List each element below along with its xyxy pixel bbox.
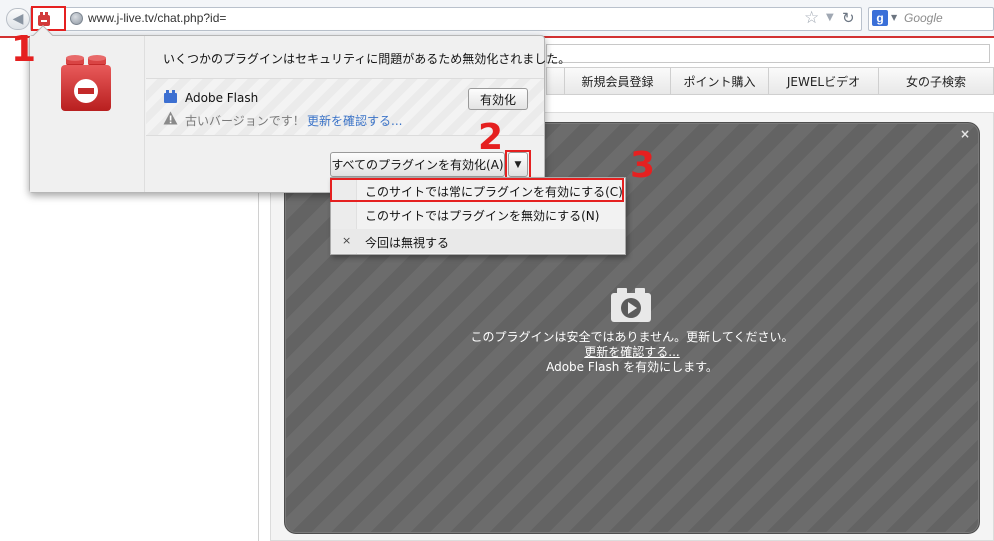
annotation-box-2: [505, 150, 531, 179]
enable-plugin-button[interactable]: 有効化: [468, 88, 528, 110]
plugin-area-close-icon[interactable]: ×: [960, 127, 970, 141]
warning-icon: [163, 111, 178, 125]
search-engine-dropdown-icon[interactable]: ▼: [891, 13, 897, 22]
back-button[interactable]: ◀: [6, 8, 30, 30]
url-history-dropdown-icon[interactable]: ▼: [826, 12, 834, 23]
popup-message: いくつかのプラグインはセキュリティに問題があるため無効化されました。: [163, 52, 571, 66]
close-icon: ×: [342, 234, 352, 247]
nav-item-partial[interactable]: [547, 68, 565, 94]
menu-item-never-enable[interactable]: このサイトではプラグインを無効にする(N): [331, 202, 625, 226]
page-text-input[interactable]: [546, 44, 990, 63]
menu-item-label: このサイトではプラグインを無効にする(N): [365, 209, 600, 223]
search-input[interactable]: Google: [904, 11, 943, 25]
nav-item-jewel-video[interactable]: JEWELビデオ: [769, 68, 879, 94]
menu-item-ignore[interactable]: × 今回は無視する: [331, 229, 625, 253]
annotation-box-3: [330, 178, 624, 202]
url-text[interactable]: www.j-live.tv/chat.php?id=: [88, 11, 226, 25]
annotation-box-1: [31, 6, 66, 31]
annotation-number-2: 2: [478, 117, 504, 158]
menu-item-label: 今回は無視する: [365, 236, 450, 250]
nav-item-points[interactable]: ポイント購入: [671, 68, 769, 94]
plugin-area-message: このプラグインは安全ではありません。更新してください。 更新を確認する... A…: [284, 330, 980, 375]
plugin-play-icon[interactable]: [609, 287, 653, 323]
page-divider: [258, 190, 259, 541]
flash-plugin-icon: [164, 90, 177, 103]
check-update-link[interactable]: 更新を確認する...: [307, 112, 402, 129]
plugin-area-update-link[interactable]: 更新を確認する...: [284, 345, 980, 360]
plugin-area-line3: Adobe Flash を有効にします。: [546, 360, 718, 374]
google-search-icon[interactable]: g: [872, 10, 888, 26]
site-nav: 新規会員登録 ポイント購入 JEWELビデオ 女の子検索: [546, 67, 994, 95]
reload-icon[interactable]: ↻: [842, 9, 855, 27]
plugin-area-line1: このプラグインは安全ではありません。更新してください。: [470, 330, 794, 344]
annotation-number-3: 3: [630, 145, 656, 186]
annotation-number-1: 1: [11, 29, 37, 70]
back-arrow-icon: ◀: [12, 11, 24, 27]
nav-item-register[interactable]: 新規会員登録: [565, 68, 671, 94]
plugin-blocked-large-icon: [59, 55, 113, 113]
site-identity-icon[interactable]: [70, 12, 83, 25]
plugin-name: Adobe Flash: [185, 91, 259, 105]
outdated-warning-text: 古いバージョンです！: [185, 114, 305, 128]
nav-item-girl-search[interactable]: 女の子検索: [879, 68, 993, 94]
bookmark-star-icon[interactable]: ☆: [804, 9, 819, 27]
